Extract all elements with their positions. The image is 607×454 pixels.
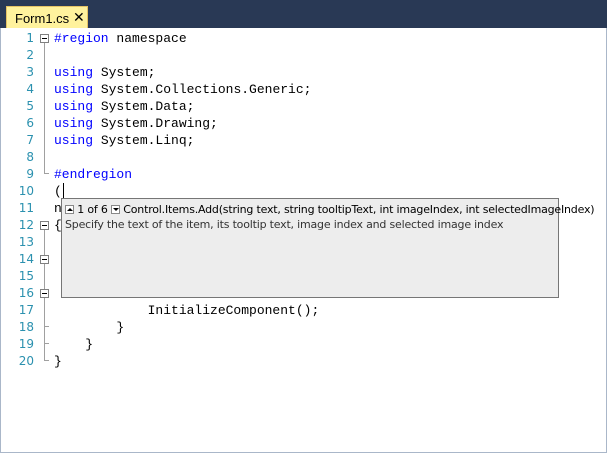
code-line: }	[54, 354, 62, 369]
line-number: 14	[18, 252, 34, 266]
line-number: 7	[26, 133, 34, 147]
line-number: 2	[26, 48, 34, 62]
method-signature: Control.Items.Add(string text, string to…	[123, 203, 595, 216]
code-line: #region namespace	[54, 31, 187, 46]
line-number: 20	[18, 354, 34, 368]
previous-overload-icon[interactable]	[65, 205, 74, 214]
code-line: (	[54, 184, 62, 199]
line-number: 15	[18, 269, 34, 283]
code-line: using System;	[54, 65, 156, 80]
parameter-info-tooltip: 1 of 6 Control.Items.Add(string text, st…	[61, 198, 595, 298]
overload-counter: 1 of 6	[77, 203, 108, 216]
fold-guide	[44, 43, 45, 173]
tooltip-signature-row: 1 of 6 Control.Items.Add(string text, st…	[65, 203, 595, 216]
line-number: 6	[26, 116, 34, 130]
line-number: 9	[26, 167, 34, 181]
code-line: using System.Linq;	[54, 133, 195, 148]
fold-collapse-icon[interactable]	[40, 289, 49, 298]
line-number: 16	[18, 286, 34, 300]
next-overload-icon[interactable]	[111, 205, 120, 214]
fold-collapse-icon[interactable]	[40, 34, 49, 43]
line-number: 19	[18, 337, 34, 351]
line-number: 8	[26, 150, 34, 164]
line-number: 4	[26, 82, 34, 96]
document-tab-bar: Form1.cs ✕	[0, 0, 607, 28]
line-number: 11	[18, 201, 34, 215]
fold-collapse-icon[interactable]	[40, 255, 49, 264]
tooltip-description: Specify the text of the item, its toolti…	[65, 218, 504, 231]
fold-collapse-icon[interactable]	[40, 221, 49, 230]
fold-end	[44, 343, 49, 344]
code-line: using System.Collections.Generic;	[54, 82, 312, 97]
line-number: 17	[18, 303, 34, 317]
code-line: InitializeComponent();	[54, 303, 320, 318]
fold-end	[44, 326, 49, 327]
fold-end	[44, 360, 49, 361]
line-number: 1	[26, 31, 34, 45]
line-number: 12	[18, 218, 34, 232]
code-line: #endregion	[54, 167, 133, 182]
line-number: 3	[26, 65, 34, 79]
tab-title: Form1.cs	[15, 11, 70, 26]
line-number: 18	[18, 320, 34, 334]
line-number: 13	[18, 235, 34, 249]
tab-form1-cs[interactable]: Form1.cs ✕	[6, 6, 88, 28]
code-line: }	[54, 337, 94, 352]
code-line: using System.Drawing;	[54, 116, 218, 131]
line-number: 10	[18, 184, 34, 198]
code-line: }	[54, 320, 125, 335]
fold-end	[44, 173, 49, 174]
code-line: using System.Data;	[54, 99, 195, 114]
line-number: 5	[26, 99, 34, 113]
close-icon[interactable]: ✕	[73, 9, 85, 26]
text-caret	[63, 183, 64, 198]
